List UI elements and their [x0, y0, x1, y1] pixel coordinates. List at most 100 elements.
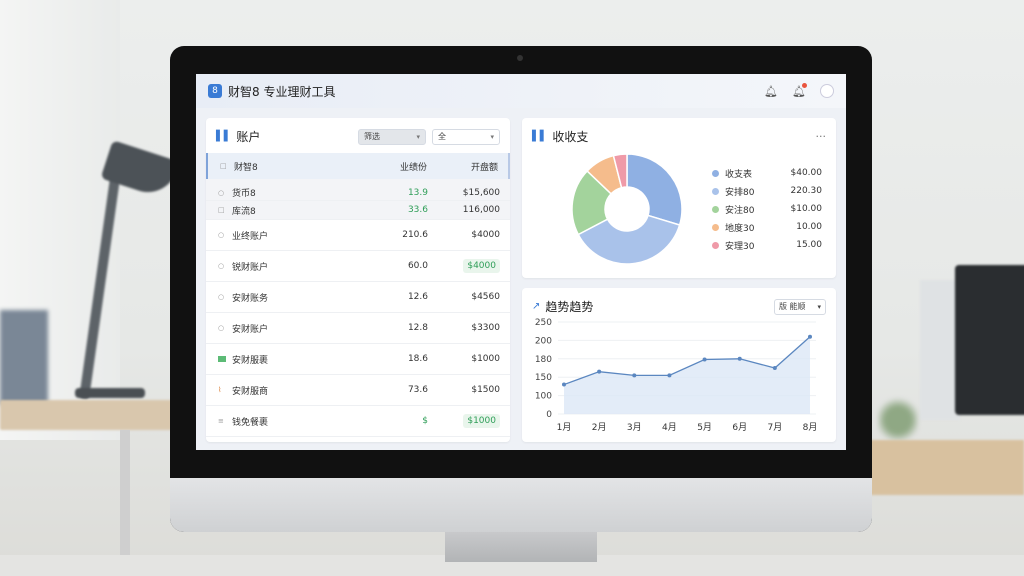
trend-select-label: 版 能顺 [779, 302, 806, 311]
legend-label: 安理30 [725, 241, 755, 252]
donut-chart [571, 153, 683, 265]
accounts-title: 账户 [236, 130, 261, 144]
background-desk-right [870, 440, 1024, 495]
account-type-icon: ○ [218, 231, 225, 239]
legend-swatch [712, 169, 719, 177]
top-bar: 8 财智8 专业理财工具 🔔︎ 🔔︎ [196, 74, 846, 108]
account-value2: $1000 [463, 414, 500, 428]
filter-select[interactable]: 筛选 ▾ [358, 128, 426, 145]
trend-point[interactable] [632, 373, 637, 378]
x-tick-label: 1月 [557, 422, 572, 433]
account-name: 货币8 [232, 189, 256, 199]
account-value2: $4000 [463, 259, 500, 273]
range-select[interactable]: 全 ▾ [432, 128, 500, 145]
trend-point[interactable] [597, 369, 602, 374]
income-title: 收收支 [552, 130, 589, 144]
trend-point[interactable] [772, 366, 777, 370]
chevron-down-icon: ▾ [817, 302, 821, 311]
legend-value: 10.00 [796, 222, 822, 232]
background-screen [920, 280, 960, 420]
trend-point[interactable] [737, 356, 742, 361]
x-tick-label: 2月 [592, 422, 607, 433]
table-row[interactable]: ○ 业终账户 210.6 $4000 [206, 220, 510, 251]
table-row[interactable]: ⌇ 安财服商 73.6 $1500 [206, 375, 510, 406]
table-row[interactable]: □ 库流8 33.6 116,000 [206, 201, 510, 220]
legend-label: 收支表 [725, 169, 753, 180]
account-value1: 73.6 [407, 385, 428, 395]
account-name: 安财服商 [232, 386, 269, 397]
more-menu-icon[interactable]: ··· [816, 130, 827, 143]
y-tick-label: 180 [535, 355, 552, 365]
account-name: 安财服裹 [232, 355, 269, 366]
account-value1: $ [422, 416, 428, 426]
trend-select[interactable]: 版 能顺 ▾ [774, 298, 826, 315]
trend-title: 趋势趋势 [545, 300, 594, 314]
account-value1: 12.6 [407, 292, 428, 302]
legend-swatch [712, 223, 719, 231]
legend-item: 安理30 15.00 [712, 236, 822, 254]
x-tick-label: 5月 [697, 422, 712, 433]
account-type-icon: ○ [218, 262, 225, 270]
pie-slice-0[interactable] [626, 153, 683, 226]
account-value1: 210.6 [402, 230, 428, 240]
account-name: 业终账户 [232, 231, 269, 242]
account-value1: 33.6 [407, 205, 428, 215]
accounts-icon: ▌▌ [216, 131, 232, 142]
trend-point[interactable] [702, 357, 707, 362]
account-type-icon: □ [218, 206, 225, 214]
account-value2: 116,000 [462, 205, 500, 215]
account-name: 安财账户 [232, 324, 269, 335]
legend-item: 地度30 10.00 [712, 218, 822, 236]
table-row[interactable]: ○ 锐财账户 60.0 $4000 [206, 251, 510, 282]
avatar[interactable] [820, 84, 834, 98]
notification-icon[interactable]: 🔔︎ [792, 83, 807, 98]
legend-label: 安注80 [725, 205, 755, 216]
app-title: 财智8 专业理财工具 [228, 84, 336, 99]
account-value2: $1000 [471, 354, 500, 364]
y-tick-label: 0 [546, 410, 552, 420]
legend-item: 收支表 $40.00 [712, 164, 822, 182]
bell-icon[interactable]: 🔔︎ [764, 84, 778, 98]
x-tick-label: 3月 [627, 422, 642, 433]
pie-legend: 收支表 $40.00 安排80 220.30 安注80 $10.00 地度30 10.00 安理… [712, 164, 822, 254]
background-lamp-base [75, 388, 145, 398]
income-panel: ▌▌ 收收支 ··· 收支表 $40.00 安排80 220.30 安注80 $10.00… [522, 118, 836, 278]
table-row[interactable]: 安财服裹 18.6 $1000 [206, 344, 510, 375]
background-desk-left [0, 400, 175, 430]
account-type-icon: ○ [218, 188, 225, 197]
account-type-icon: ○ [218, 293, 225, 301]
trend-point[interactable] [562, 382, 566, 387]
x-tick-label: 4月 [662, 422, 677, 433]
header-col2: 业绩份 [400, 162, 428, 173]
app-window: 8 财智8 专业理财工具 🔔︎ 🔔︎ ▌▌ 账户 筛选 ▾ 全 ▾ □ 财智8 … [196, 74, 846, 450]
monitor-chin [170, 478, 872, 532]
account-value1: 12.8 [407, 323, 428, 333]
x-tick-label: 6月 [732, 422, 747, 433]
trend-point[interactable] [667, 373, 672, 378]
legend-swatch [712, 205, 719, 213]
y-tick-label: 100 [535, 392, 552, 402]
account-value1: 60.0 [407, 261, 428, 271]
monitor-stand [445, 532, 597, 562]
x-tick-label: 7月 [767, 422, 782, 433]
table-row[interactable]: ○ 安财账务 12.6 $4560 [206, 282, 510, 313]
app-logo-icon: 8 [208, 84, 222, 98]
header-col3: 开盘额 [470, 162, 498, 173]
chevron-down-icon: ▾ [416, 132, 420, 141]
table-row[interactable]: ≡ 钱免餐裹 $ $1000 [206, 406, 510, 437]
trend-icon: ↗ [532, 301, 541, 312]
notification-dot [802, 83, 807, 88]
filter-select-label: 筛选 [364, 132, 380, 141]
checkbox-icon[interactable]: □ [220, 162, 228, 170]
account-type-icon: ○ [218, 324, 225, 332]
account-name: 库流8 [232, 206, 256, 217]
legend-item: 安注80 $10.00 [712, 200, 822, 218]
table-row[interactable]: ○ 货币8 13.9 $15,600 [206, 179, 510, 201]
account-value2: $15,600 [462, 187, 500, 198]
legend-swatch [712, 241, 719, 249]
y-tick-label: 150 [535, 373, 552, 383]
account-name: 钱免餐裹 [232, 417, 269, 428]
y-tick-label: 200 [535, 336, 552, 346]
trend-point[interactable] [808, 334, 812, 339]
table-row[interactable]: ○ 安财账户 12.8 $3300 [206, 313, 510, 344]
